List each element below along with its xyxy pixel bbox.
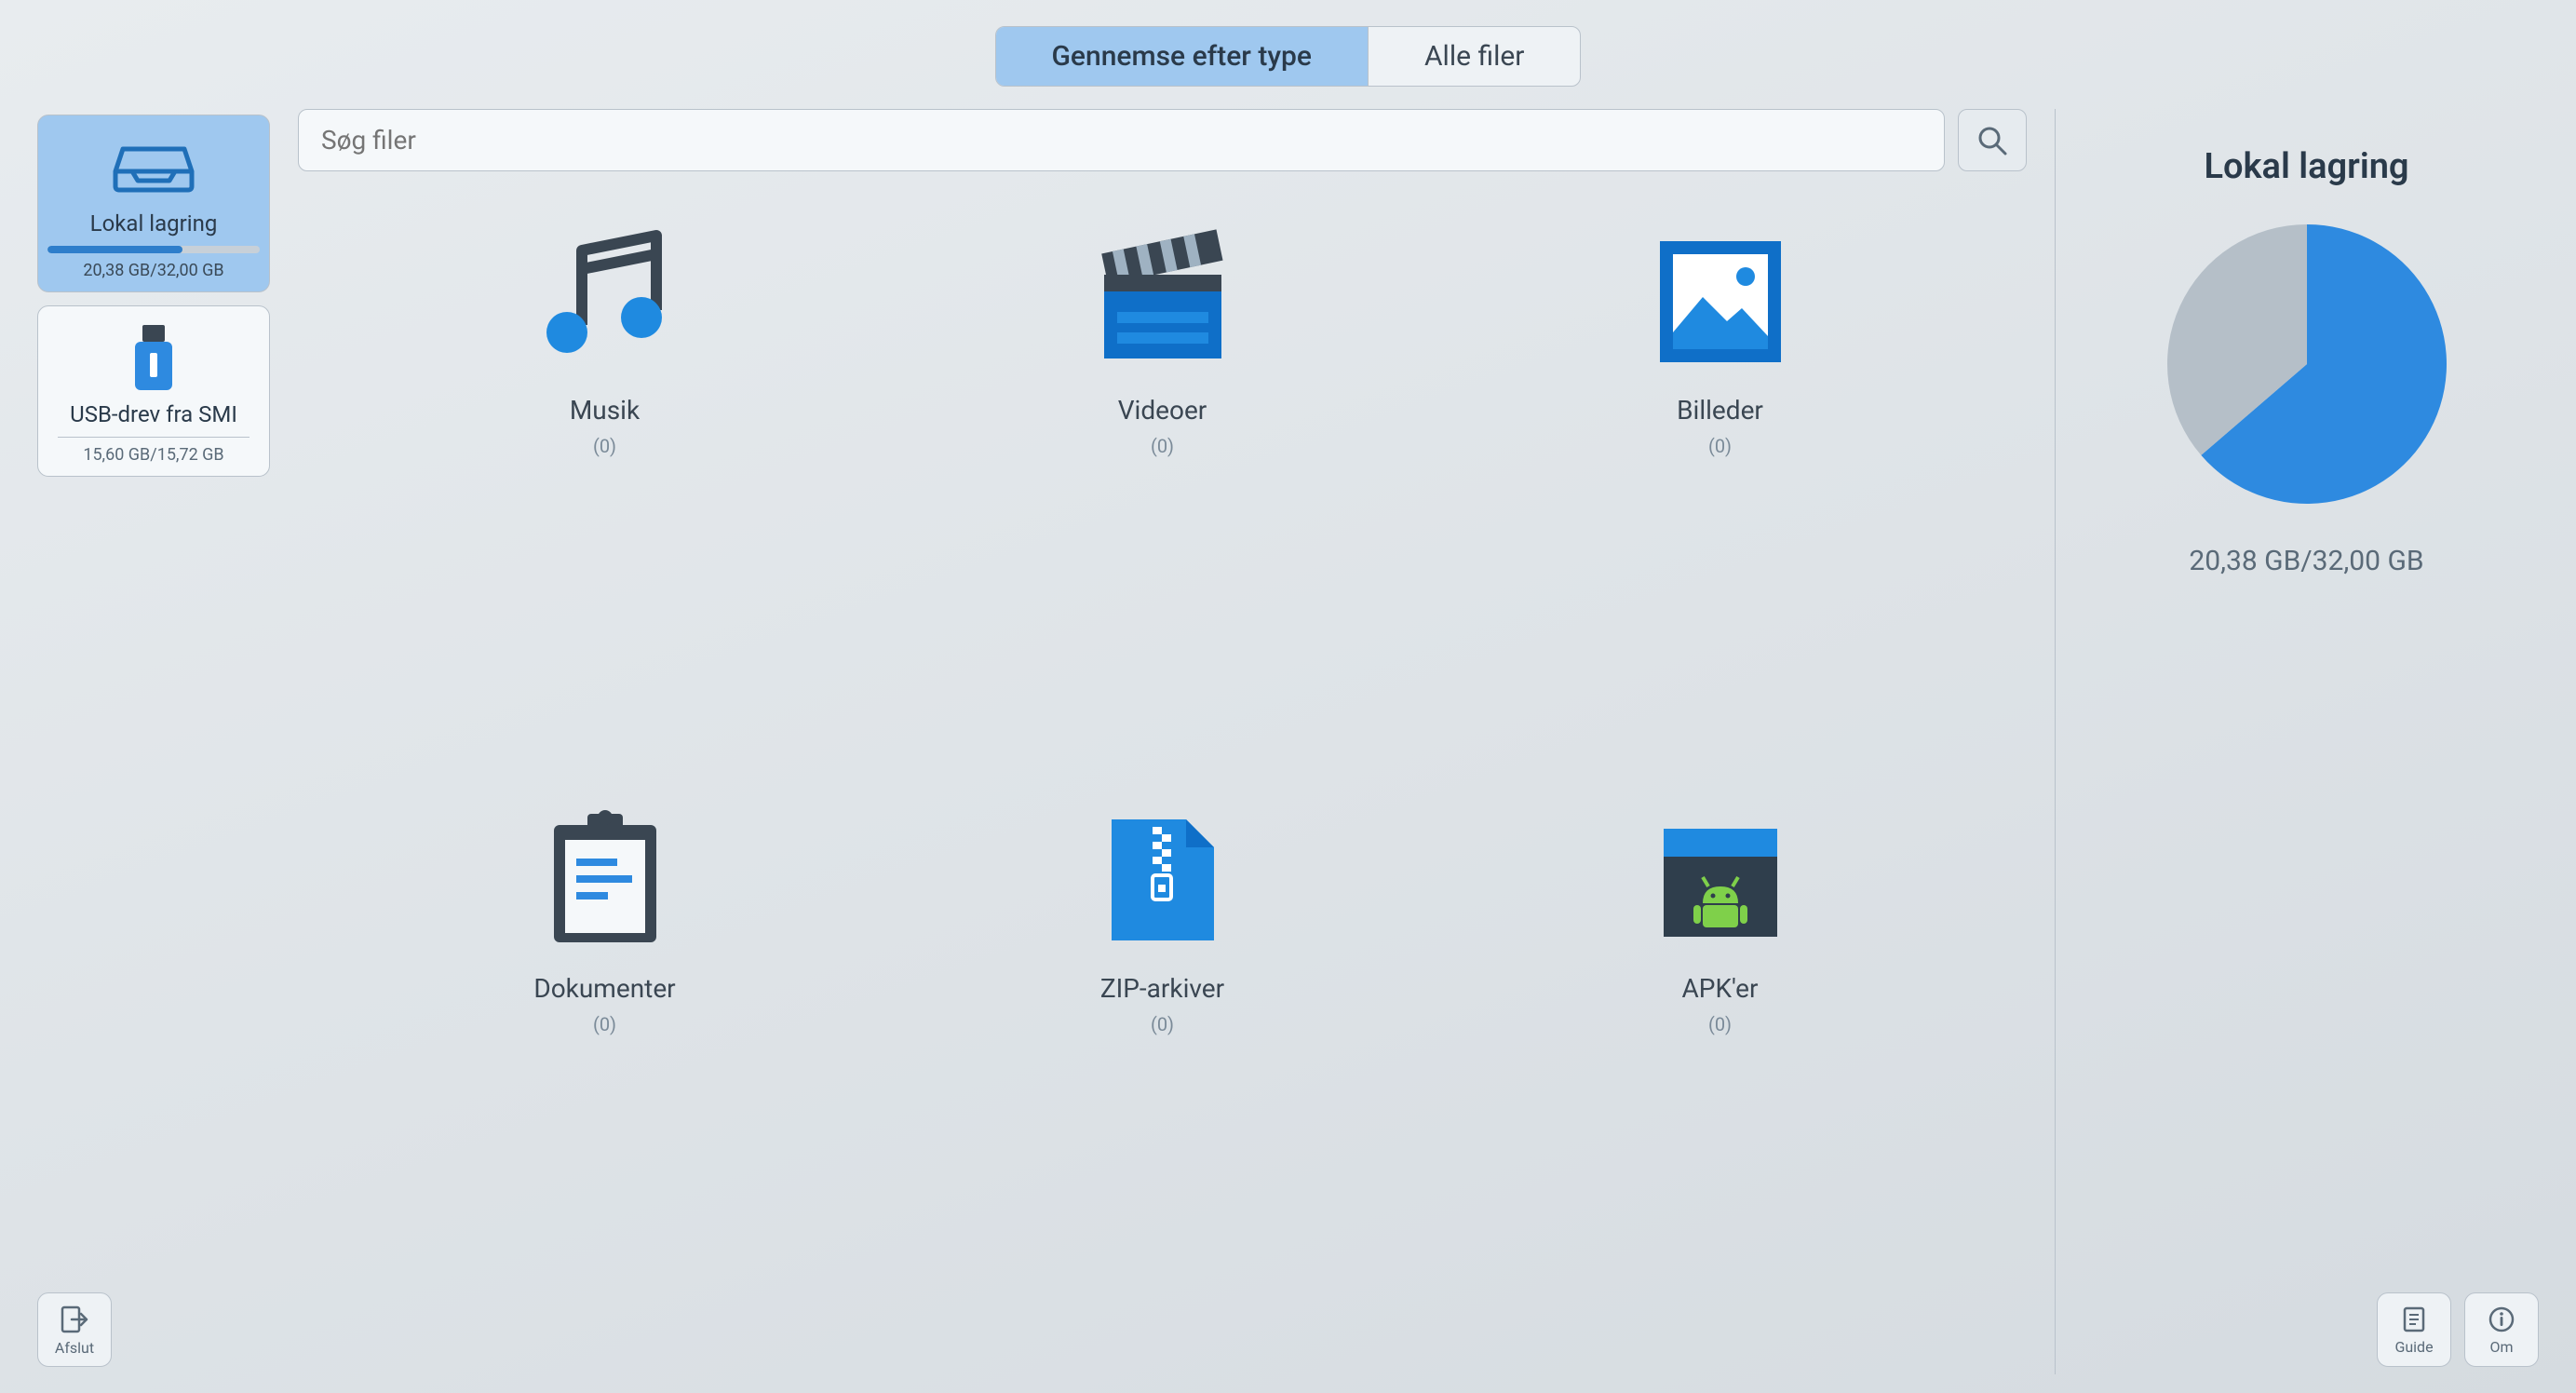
storage-details-title: Lokal lagring bbox=[2204, 146, 2408, 187]
usb-drive-icon bbox=[126, 321, 182, 396]
type-label: Billeder bbox=[1677, 395, 1763, 426]
type-tile-zip[interactable]: ZIP-arkiver (0) bbox=[1042, 796, 1284, 1035]
type-count: (0) bbox=[1151, 1013, 1174, 1035]
storage-tray-icon bbox=[112, 130, 196, 205]
about-button[interactable]: Om bbox=[2464, 1292, 2539, 1367]
bottom-right-buttons: Guide Om bbox=[2377, 1292, 2539, 1367]
search-button[interactable] bbox=[1958, 109, 2027, 171]
type-tile-documents[interactable]: Dokumenter (0) bbox=[484, 796, 726, 1035]
guide-button[interactable]: Guide bbox=[2377, 1292, 2451, 1367]
music-icon bbox=[526, 218, 684, 385]
exit-icon bbox=[59, 1304, 90, 1335]
type-grid: Musik (0) bbox=[298, 199, 2027, 1374]
type-label: Musik bbox=[570, 395, 640, 426]
apk-icon bbox=[1641, 796, 1800, 964]
center-panel: Musik (0) bbox=[298, 109, 2027, 1374]
search-input[interactable] bbox=[298, 109, 1945, 171]
storage-title: USB-drev fra SMI bbox=[70, 401, 237, 427]
about-label: Om bbox=[2489, 1338, 2513, 1356]
type-tile-apk[interactable]: APK'er (0) bbox=[1599, 796, 1841, 1035]
storage-size-label: 15,60 GB/15,72 GB bbox=[83, 445, 223, 465]
exit-label: Afslut bbox=[55, 1339, 94, 1357]
tab-all-files[interactable]: Alle filer bbox=[1368, 27, 1581, 86]
sidebar-item-usb-drive[interactable]: USB-drev fra SMI 15,60 GB/15,72 GB bbox=[37, 305, 270, 477]
video-icon bbox=[1084, 218, 1242, 385]
tab-browse-by-type[interactable]: Gennemse efter type bbox=[996, 27, 1368, 86]
image-icon bbox=[1641, 218, 1800, 385]
divider bbox=[58, 437, 249, 438]
type-label: APK'er bbox=[1682, 973, 1759, 1004]
storage-progress-bar bbox=[47, 246, 260, 253]
search-icon bbox=[1976, 124, 2009, 157]
document-icon bbox=[526, 796, 684, 964]
sidebar-item-local-storage[interactable]: Lokal lagring 20,38 GB/32,00 GB bbox=[37, 115, 270, 292]
storage-details-panel: Lokal lagring 20,38 GB/32,00 GB bbox=[2055, 109, 2539, 1374]
type-label: Videoer bbox=[1118, 395, 1207, 426]
type-tile-images[interactable]: Billeder (0) bbox=[1599, 218, 1841, 457]
type-count: (0) bbox=[1708, 1013, 1732, 1035]
type-label: Dokumenter bbox=[533, 973, 675, 1004]
storage-progress-fill bbox=[47, 246, 182, 253]
storage-details-size: 20,38 GB/32,00 GB bbox=[2189, 545, 2423, 577]
search-row bbox=[298, 109, 2027, 171]
storage-pie-chart bbox=[2158, 215, 2456, 517]
storage-sidebar: Lokal lagring 20,38 GB/32,00 GB USB-drev… bbox=[37, 109, 270, 1374]
zip-icon bbox=[1084, 796, 1242, 964]
type-count: (0) bbox=[1708, 435, 1732, 457]
type-label: ZIP-arkiver bbox=[1100, 973, 1224, 1004]
type-count: (0) bbox=[593, 1013, 616, 1035]
type-tile-videos[interactable]: Videoer (0) bbox=[1042, 218, 1284, 457]
info-icon bbox=[2487, 1305, 2516, 1334]
tab-group: Gennemse efter type Alle filer bbox=[995, 26, 1582, 87]
exit-button[interactable]: Afslut bbox=[37, 1292, 112, 1367]
storage-title: Lokal lagring bbox=[90, 210, 218, 237]
bottom-left-buttons: Afslut bbox=[37, 1292, 112, 1367]
main-area: Lokal lagring 20,38 GB/32,00 GB USB-drev… bbox=[0, 109, 2576, 1393]
top-tab-bar: Gennemse efter type Alle filer bbox=[0, 0, 2576, 109]
guide-icon bbox=[2399, 1305, 2429, 1334]
storage-size-label: 20,38 GB/32,00 GB bbox=[83, 261, 223, 280]
type-count: (0) bbox=[593, 435, 616, 457]
type-count: (0) bbox=[1151, 435, 1174, 457]
type-tile-music[interactable]: Musik (0) bbox=[484, 218, 726, 457]
guide-label: Guide bbox=[2394, 1338, 2433, 1356]
